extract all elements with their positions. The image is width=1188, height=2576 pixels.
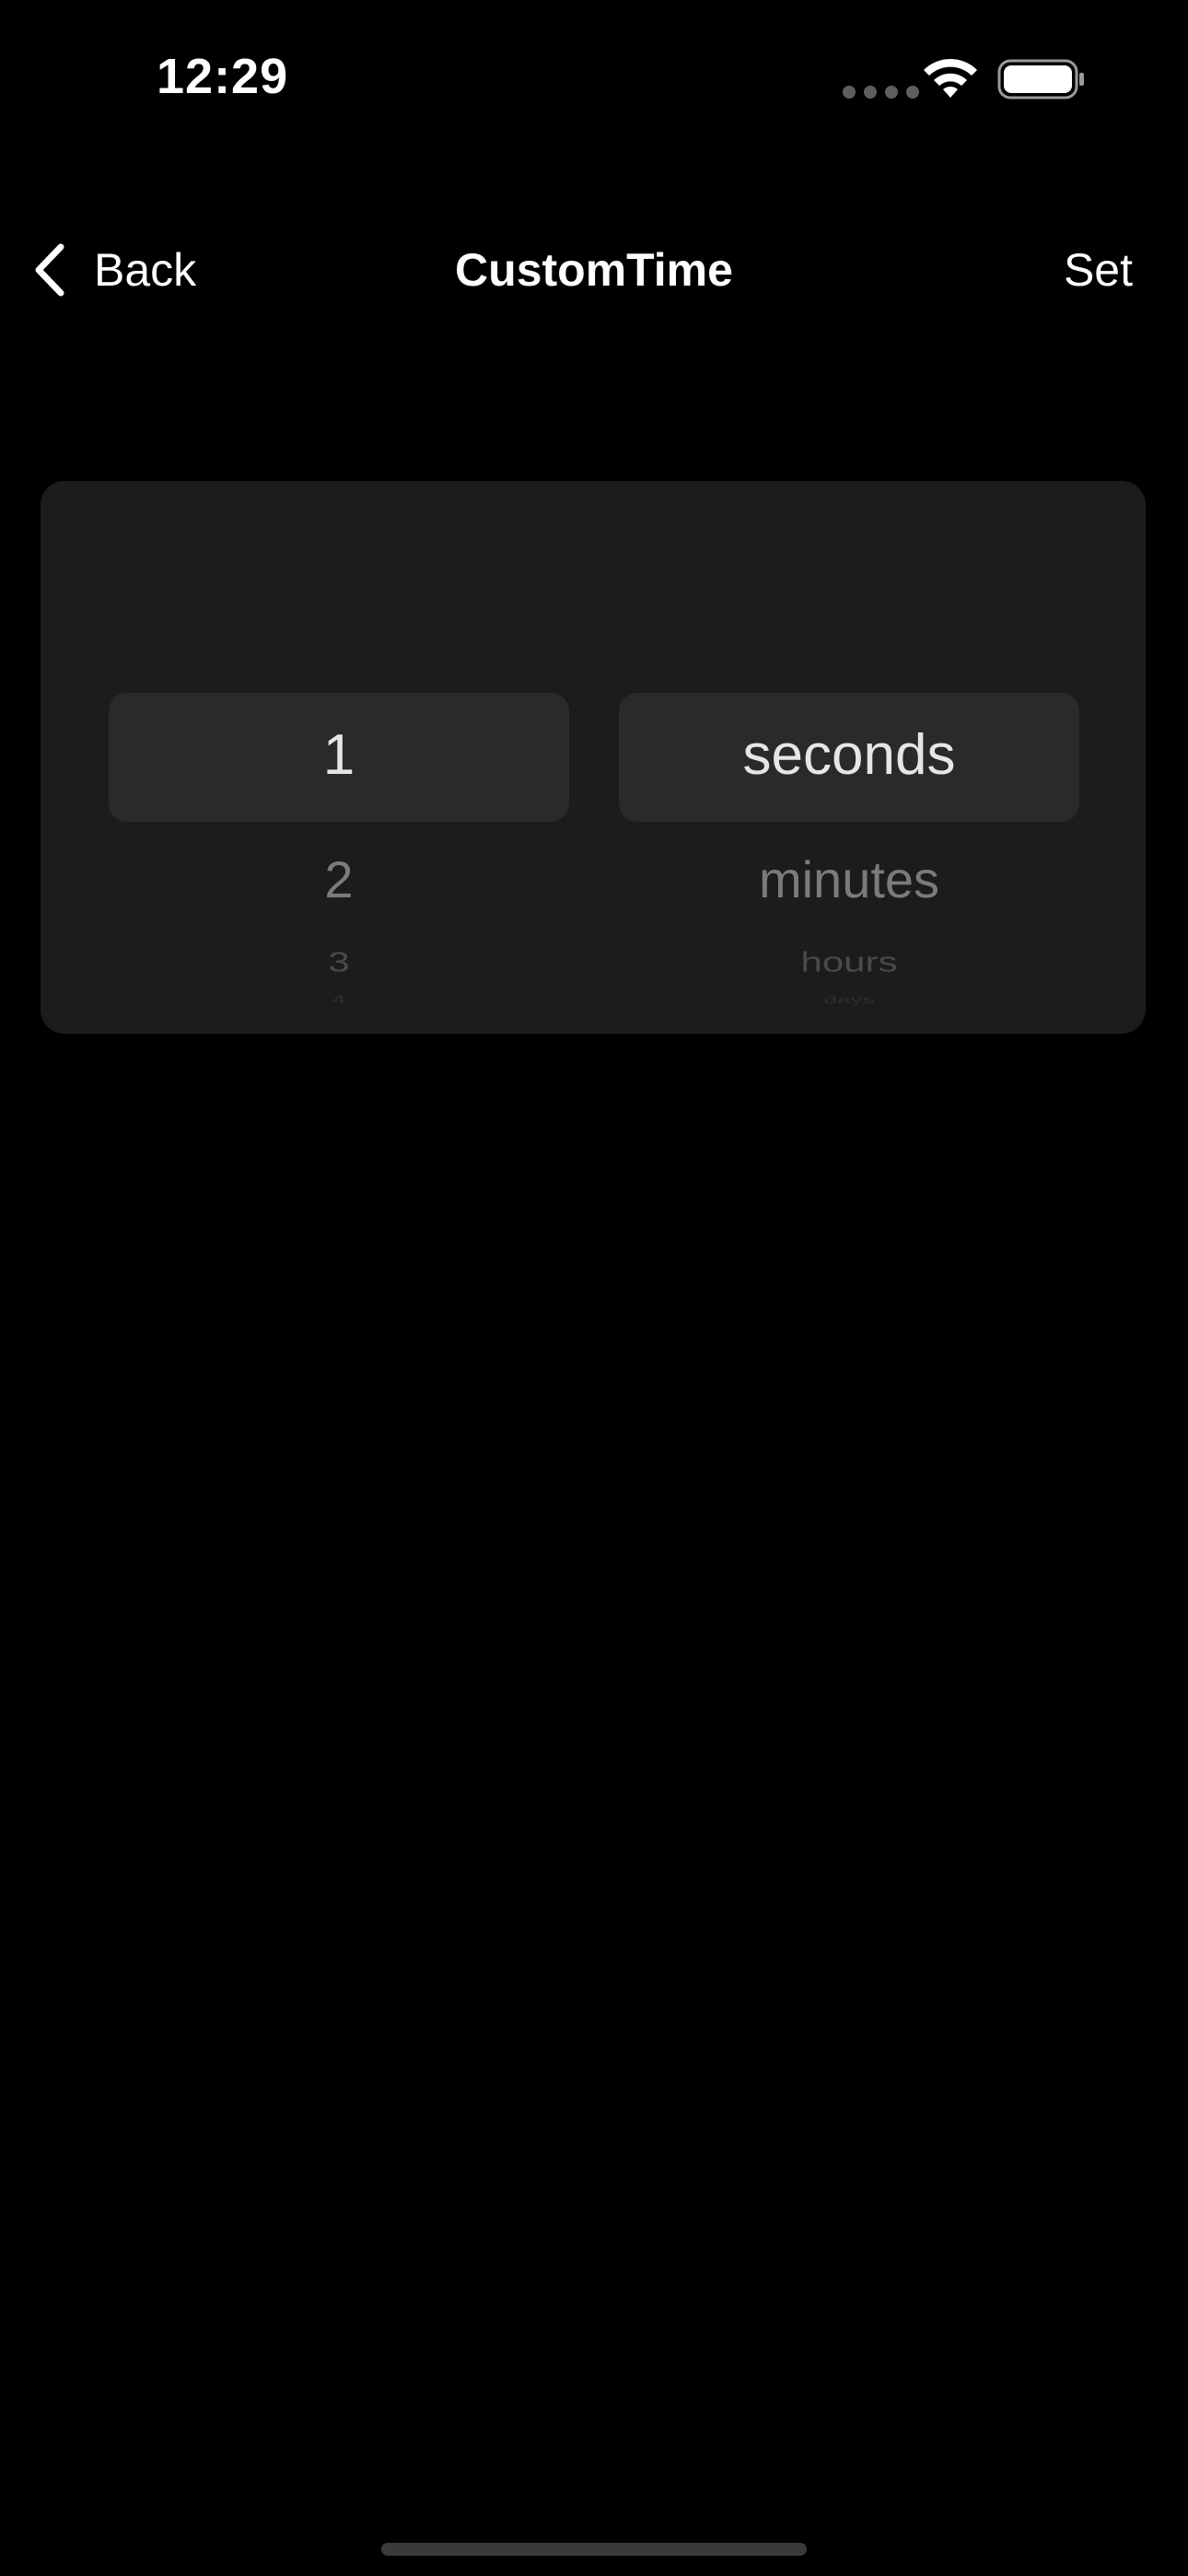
time-picker[interactable]: 1 2 3 4 seconds minutes hours days <box>41 481 1146 1034</box>
picker-row-selected[interactable]: 1 <box>109 722 569 788</box>
unit-picker-column[interactable]: seconds minutes hours days <box>619 481 1079 1034</box>
picker-row[interactable]: days <box>619 993 1079 1006</box>
battery-icon <box>997 59 1084 100</box>
cellular-signal-icon <box>843 86 919 99</box>
picker-row[interactable]: minutes <box>619 849 1079 909</box>
status-time: 12:29 <box>157 49 289 104</box>
picker-row[interactable]: 3 <box>109 946 569 978</box>
picker-row-selected[interactable]: seconds <box>619 722 1079 788</box>
page-title: CustomTime <box>455 244 733 296</box>
picker-row[interactable]: hours <box>619 946 1079 978</box>
home-indicator[interactable] <box>381 2543 807 2556</box>
set-button[interactable]: Set <box>1064 243 1133 297</box>
picker-row[interactable]: 4 <box>109 993 569 1006</box>
wifi-icon <box>924 58 977 98</box>
number-picker-column[interactable]: 1 2 3 4 <box>109 481 569 1034</box>
status-bar: 12:29 <box>0 0 1188 157</box>
picker-row[interactable]: 2 <box>109 849 569 909</box>
navigation-bar: Back CustomTime Set <box>0 221 1188 317</box>
